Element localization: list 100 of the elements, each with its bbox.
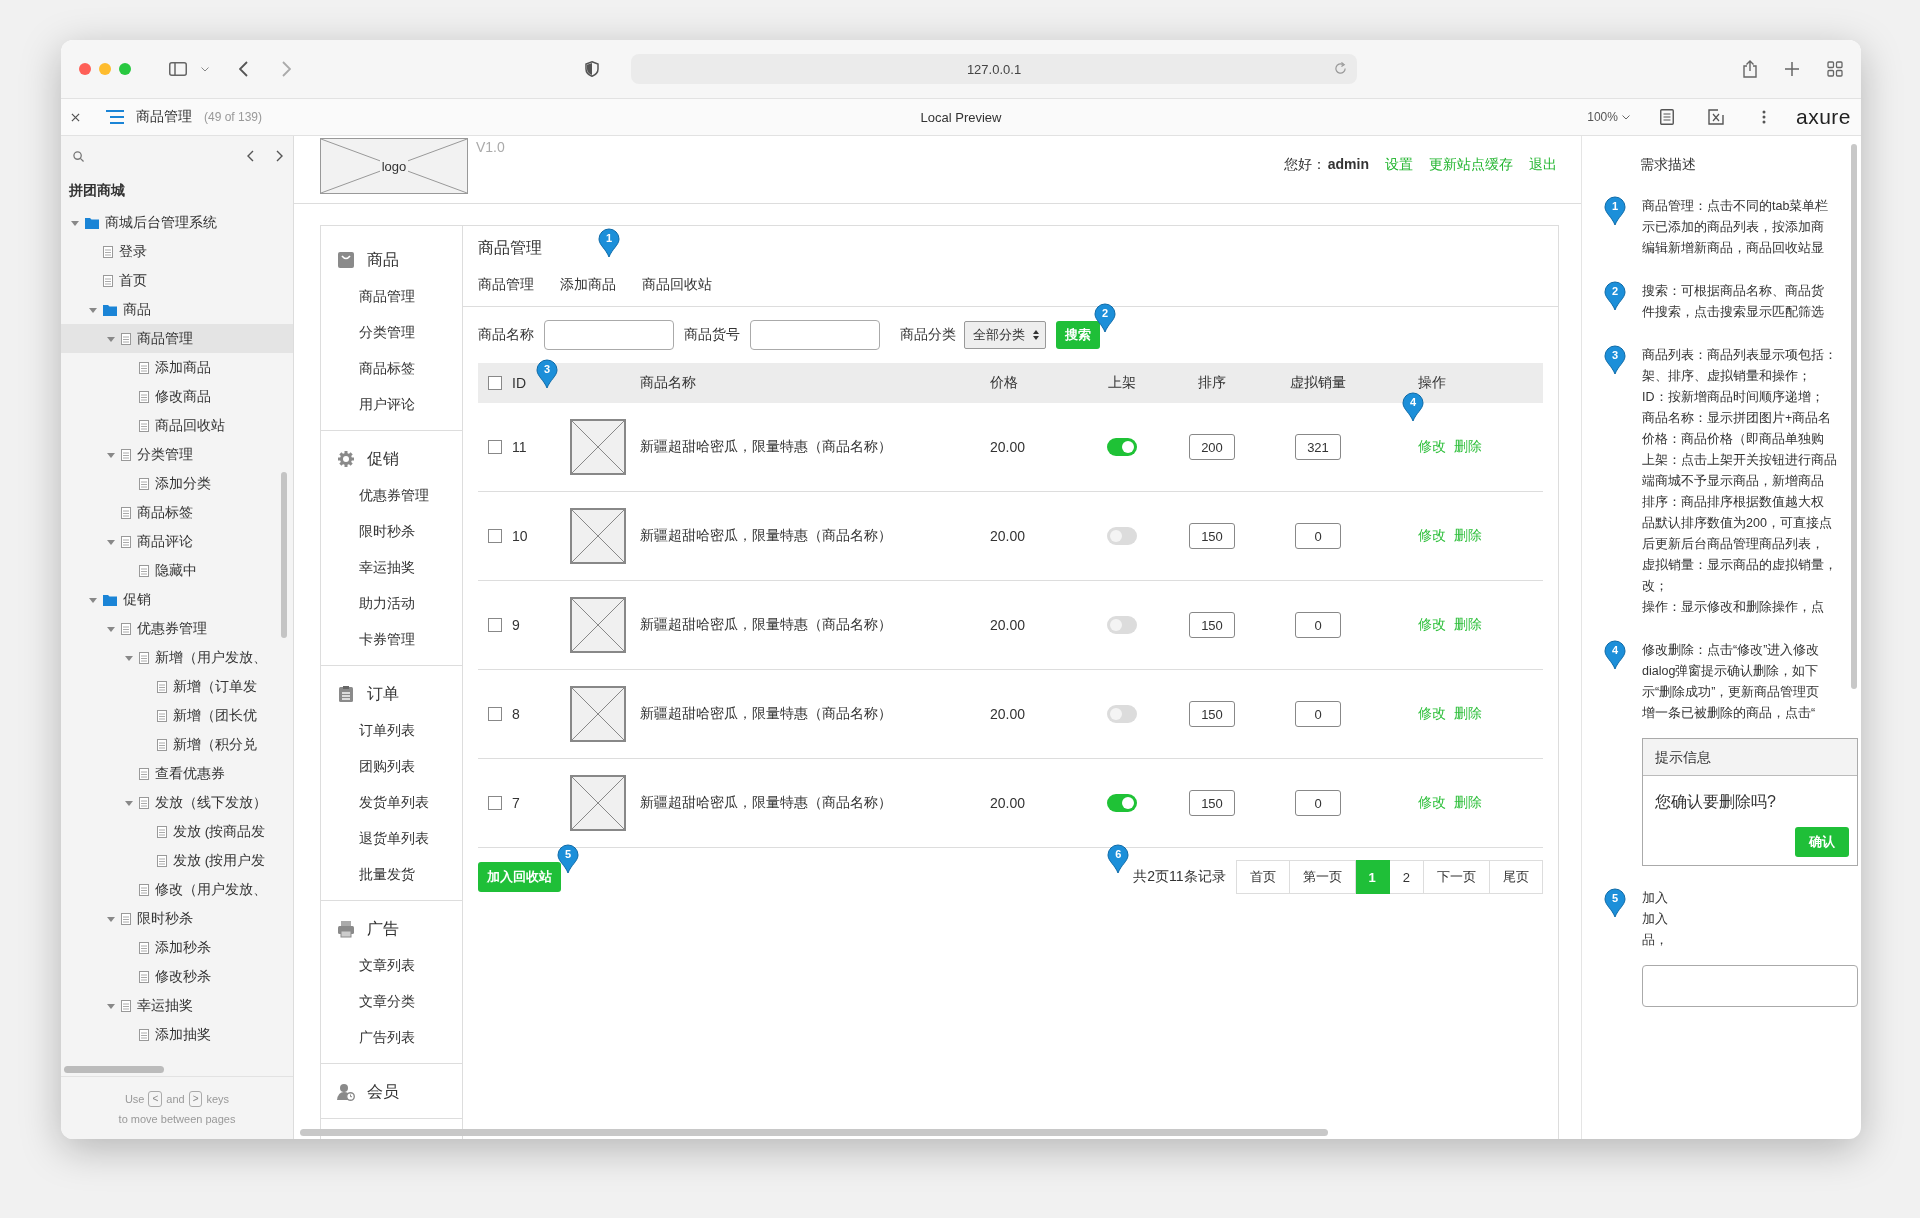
menu-item[interactable]: 用户评论 (321, 386, 462, 422)
caret-icon[interactable] (107, 537, 115, 546)
caret-icon[interactable] (107, 450, 115, 459)
tree-item[interactable]: 添加分类 (61, 469, 293, 498)
tree-item[interactable]: 修改商品 (61, 382, 293, 411)
caret-icon[interactable] (107, 914, 115, 923)
tree-item[interactable]: 幸运抽奖 (61, 991, 293, 1020)
tree-item[interactable]: 发放 (按用户发 (61, 846, 293, 875)
tree-item[interactable]: 商品管理 (61, 324, 293, 353)
page-button[interactable]: 2 (1389, 860, 1424, 894)
forward-icon[interactable] (282, 61, 291, 77)
toggle-switch[interactable] (1107, 794, 1137, 812)
toggle-switch[interactable] (1107, 438, 1137, 456)
tree-item[interactable]: 商品回收站 (61, 411, 293, 440)
more-icon[interactable] (1761, 110, 1766, 124)
plus-icon[interactable] (1785, 62, 1799, 76)
shield-icon[interactable] (585, 61, 599, 77)
menu-item[interactable]: 卡券管理 (321, 621, 462, 657)
tree-item[interactable]: 登录 (61, 237, 293, 266)
caret-icon[interactable] (125, 653, 133, 662)
menu-item[interactable]: 分类管理 (321, 314, 462, 350)
caret-icon[interactable] (107, 1001, 115, 1010)
checkbox[interactable] (488, 529, 502, 543)
category-dropdown[interactable]: 全部分类 (964, 321, 1046, 349)
menu-item[interactable]: 发货单列表 (321, 784, 462, 820)
sales-field[interactable]: 0 (1295, 790, 1341, 816)
export-icon[interactable] (1707, 109, 1724, 125)
menu-item[interactable]: 助力活动 (321, 585, 462, 621)
zoom-dropdown[interactable]: 100% (1587, 110, 1630, 124)
tree-item[interactable]: 修改（用户发放、 (61, 875, 293, 904)
search-icon[interactable] (73, 150, 84, 162)
page-button[interactable]: 尾页 (1490, 860, 1543, 894)
tree-item[interactable]: 新增（团长优 (61, 701, 293, 730)
tree-item[interactable]: 新增（积分兑 (61, 730, 293, 759)
page-button[interactable]: 第一页 (1289, 860, 1356, 894)
share-icon[interactable] (1743, 60, 1757, 78)
tab[interactable]: 商品管理 (478, 272, 534, 296)
next-page-icon[interactable] (276, 150, 283, 162)
caret-icon[interactable] (107, 334, 115, 343)
sales-field[interactable]: 321 (1295, 434, 1341, 460)
tree-item[interactable]: 隐藏中 (61, 556, 293, 585)
tree-item[interactable]: 首页 (61, 266, 293, 295)
menu-item[interactable]: 广告列表 (321, 1019, 462, 1055)
checkbox[interactable] (488, 440, 502, 454)
sort-field[interactable]: 150 (1189, 790, 1235, 816)
sidebar-icon[interactable] (169, 62, 187, 76)
tab[interactable]: 添加商品 (560, 272, 616, 296)
toggle-switch[interactable] (1107, 616, 1137, 634)
page-button[interactable]: 下一页 (1424, 860, 1490, 894)
address-bar[interactable]: 127.0.0.1 (631, 54, 1357, 84)
scrollbar[interactable] (281, 472, 287, 638)
toggle-switch[interactable] (1107, 705, 1137, 723)
checkbox[interactable] (488, 796, 502, 810)
caret-icon[interactable] (125, 798, 133, 807)
tree-item[interactable]: 发放 (按商品发 (61, 817, 293, 846)
tree-item[interactable]: 分类管理 (61, 440, 293, 469)
sales-field[interactable]: 0 (1295, 612, 1341, 638)
sort-field[interactable]: 150 (1189, 612, 1235, 638)
input-field[interactable] (544, 320, 674, 350)
tree-item[interactable]: 限时秒杀 (61, 904, 293, 933)
window-controls-icon[interactable] (79, 63, 131, 75)
tree-item[interactable]: 新增（订单发 (61, 672, 293, 701)
tree-item[interactable]: 商城后台管理系统 (61, 208, 293, 237)
checkbox[interactable] (488, 707, 502, 721)
tree-item[interactable]: 添加秒杀 (61, 933, 293, 962)
scrollbar[interactable] (300, 1129, 1328, 1136)
sort-field[interactable]: 200 (1189, 434, 1235, 460)
sales-field[interactable]: 0 (1295, 701, 1341, 727)
caret-icon[interactable] (107, 624, 115, 633)
previous-page-icon[interactable] (247, 150, 254, 162)
toggle-switch[interactable] (1107, 527, 1137, 545)
menu-icon[interactable] (106, 110, 124, 124)
menu-item[interactable]: 订单列表 (321, 712, 462, 748)
close-icon[interactable] (71, 112, 80, 122)
sales-field[interactable]: 0 (1295, 523, 1341, 549)
reload-icon[interactable] (1334, 62, 1347, 75)
tree-item[interactable]: 发放（线下发放） (61, 788, 293, 817)
tree-item[interactable]: 查看优惠券 (61, 759, 293, 788)
menu-item[interactable]: 批量发货 (321, 856, 462, 892)
tree-item[interactable]: 优惠券管理 (61, 614, 293, 643)
tree-item[interactable]: 商品标签 (61, 498, 293, 527)
back-icon[interactable] (239, 61, 248, 77)
menu-item[interactable]: 限时秒杀 (321, 513, 462, 549)
tree-item[interactable]: 新增（用户发放、 (61, 643, 293, 672)
tab[interactable]: 商品回收站 (642, 272, 712, 296)
tree-item[interactable]: 促销 (61, 585, 293, 614)
tree-item[interactable]: 商品 (61, 295, 293, 324)
tree-item[interactable]: 修改秒杀 (61, 962, 293, 991)
page-button[interactable]: 首页 (1235, 860, 1290, 894)
tree-item[interactable]: 商品评论 (61, 527, 293, 556)
sort-field[interactable]: 150 (1189, 523, 1235, 549)
caret-icon[interactable] (89, 595, 97, 604)
checkbox[interactable] (488, 618, 502, 632)
caret-icon[interactable] (71, 218, 79, 227)
chevron-down-icon[interactable] (201, 66, 209, 72)
input-field[interactable] (750, 320, 880, 350)
menu-item[interactable]: 幸运抽奖 (321, 549, 462, 585)
menu-item[interactable]: 退货单列表 (321, 820, 462, 856)
menu-item[interactable]: 团购列表 (321, 748, 462, 784)
caret-icon[interactable] (89, 305, 97, 314)
